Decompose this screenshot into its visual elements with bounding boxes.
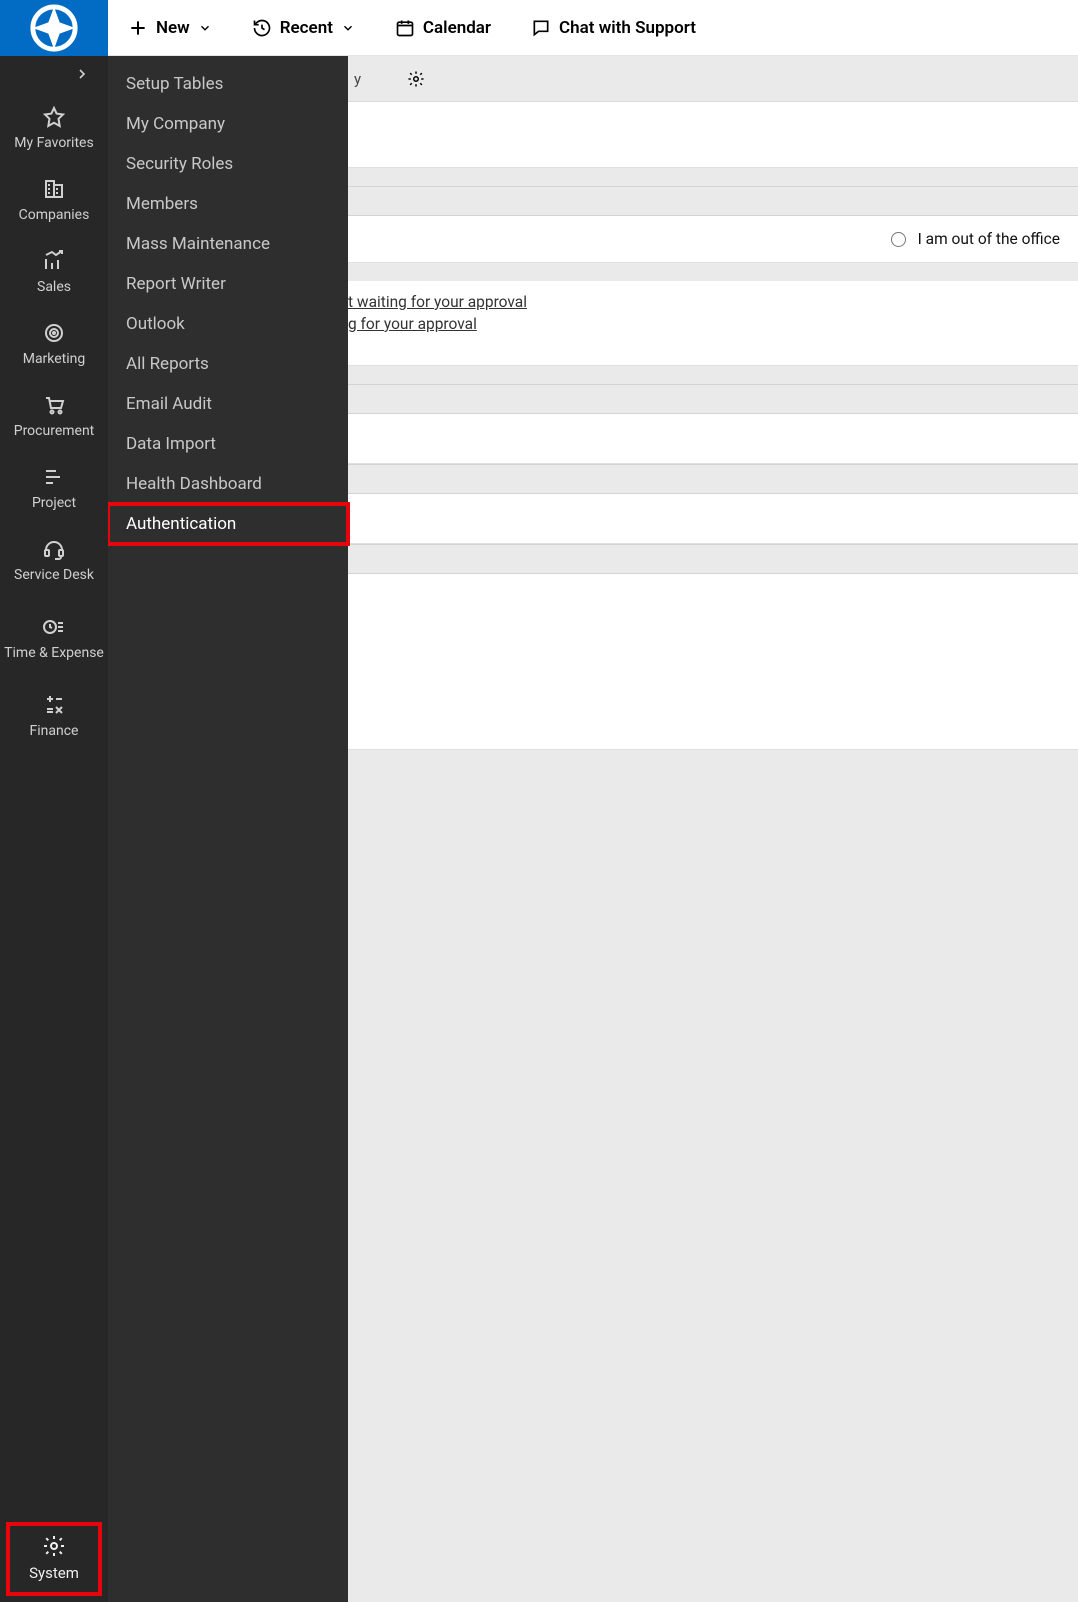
submenu-report-writer[interactable]: Report Writer [108,264,348,304]
out-of-office-label: I am out of the office [918,230,1060,248]
submenu-email-audit[interactable]: Email Audit [108,384,348,424]
chat-icon [531,18,551,38]
star-icon [42,105,66,129]
nav-label: Sales [37,279,71,295]
collapse-toggle[interactable] [0,56,108,92]
building-icon [42,177,66,201]
submenu-data-import[interactable]: Data Import [108,424,348,464]
history-icon [252,18,272,38]
calculator-icon [42,693,66,717]
submenu-security-roles[interactable]: Security Roles [108,144,348,184]
section-header-2 [348,384,1078,414]
submenu-all-reports[interactable]: All Reports [108,344,348,384]
tab-fragment[interactable]: y [354,70,361,88]
settings-gear-icon[interactable] [407,70,425,88]
chevron-right-icon [74,66,90,82]
section-header-3 [348,464,1078,494]
nav-label: Project [32,495,76,511]
tab-bar: y [348,56,1078,102]
calendar-button[interactable]: Calendar [375,0,511,56]
system-submenu: Setup Tables My Company Security Roles M… [108,56,348,1602]
panel-approvals: t waiting for your approval g for your a… [348,281,1078,366]
clock-list-icon [42,615,66,639]
target-icon [42,321,66,345]
nav-finance[interactable]: Finance [0,680,108,752]
left-nav-rail: My Favorites Companies Sales Marketing P… [0,56,108,1602]
nav-project[interactable]: Project [0,452,108,524]
nav-marketing[interactable]: Marketing [0,308,108,380]
nav-label: Procurement [14,423,95,439]
calendar-icon [395,18,415,38]
app-logo[interactable] [0,0,108,56]
panel-office-status: I am out of the office [348,216,1078,263]
chevron-down-icon [198,21,212,35]
headset-icon [42,537,66,561]
panel-blank-4 [348,574,1078,750]
submenu-setup-tables[interactable]: Setup Tables [108,64,348,104]
out-of-office-radio[interactable] [891,232,906,247]
main-content: y I am out of the office t waiting for y… [348,56,1078,1602]
submenu-mass-maintenance[interactable]: Mass Maintenance [108,224,348,264]
nav-my-favorites[interactable]: My Favorites [0,92,108,164]
chat-label: Chat with Support [559,18,696,38]
nav-label: Companies [19,207,90,223]
recent-button[interactable]: Recent [232,0,375,56]
nav-system[interactable]: System [6,1522,102,1596]
submenu-my-company[interactable]: My Company [108,104,348,144]
chevron-down-icon [341,21,355,35]
nav-time-expense[interactable]: Time & Expense [0,596,108,680]
submenu-health-dashboard[interactable]: Health Dashboard [108,464,348,504]
nav-label: Marketing [23,351,86,367]
panel-blank-2 [348,414,1078,464]
cart-icon [42,393,66,417]
approval-link-1[interactable]: t waiting for your approval [348,291,1078,313]
approval-link-2[interactable]: g for your approval [348,313,1078,335]
new-button[interactable]: New [108,0,232,56]
calendar-label: Calendar [423,18,491,38]
nav-label: Finance [30,723,79,739]
nav-companies[interactable]: Companies [0,164,108,236]
submenu-members[interactable]: Members [108,184,348,224]
top-bar: New Recent Calendar Chat with Support [0,0,1078,56]
nav-procurement[interactable]: Procurement [0,380,108,452]
panel-blank-1 [348,102,1078,168]
recent-label: Recent [280,18,333,38]
nav-label: Time & Expense [4,645,104,662]
gantt-icon [42,465,66,489]
nav-sales[interactable]: Sales [0,236,108,308]
section-header-4 [348,544,1078,574]
section-header-1 [348,186,1078,216]
chat-support-button[interactable]: Chat with Support [511,0,716,56]
chart-up-icon [42,249,66,273]
nav-label: My Favorites [14,135,93,151]
plus-icon [128,18,148,38]
panel-blank-3 [348,494,1078,544]
nav-system-label: System [29,1564,79,1582]
new-label: New [156,18,190,38]
gear-icon [42,1534,66,1558]
nav-label: Service Desk [14,567,94,583]
submenu-outlook[interactable]: Outlook [108,304,348,344]
submenu-authentication[interactable]: Authentication [108,504,348,544]
nav-service-desk[interactable]: Service Desk [0,524,108,596]
